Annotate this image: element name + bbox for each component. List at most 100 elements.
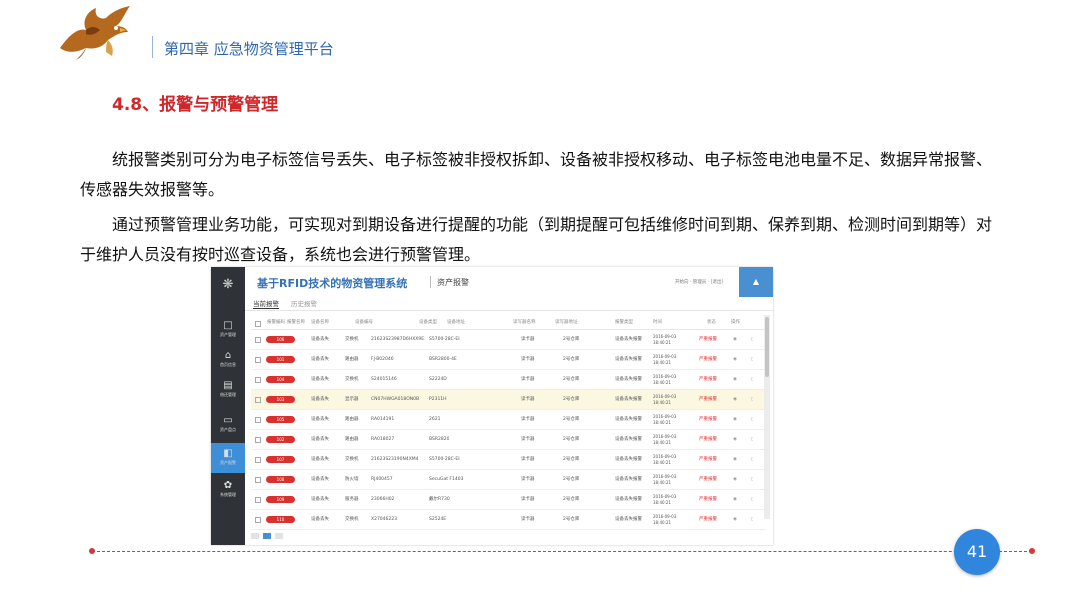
device-code-cell: RA014191 (371, 417, 395, 422)
column-header[interactable]: 报警编码 (267, 317, 285, 329)
bell-icon[interactable]: ▲ (739, 267, 773, 297)
table-row[interactable]: 101 设备丢失 路由器 FJ-B02046 BSR2800-4E 读卡器 2号仓库 设备丢失… (251, 350, 766, 370)
delete-icon[interactable]: ▯ (751, 470, 753, 489)
time-clock: 18:40:21 (653, 379, 671, 385)
delete-icon[interactable]: ▯ (751, 430, 753, 449)
delete-icon[interactable]: ▯ (751, 510, 753, 529)
sidebar-item-label: 资产管理 (220, 332, 236, 337)
row-checkbox[interactable] (255, 417, 261, 423)
view-icon[interactable]: ◉ (733, 390, 737, 409)
alarm-name-cell: 设备丢失 (311, 517, 329, 522)
reader-name-cell: 读卡器 (521, 417, 535, 422)
eagle-logo (60, 6, 130, 60)
row-checkbox[interactable] (255, 497, 261, 503)
tab-history-alarms[interactable]: 历史报警 (291, 298, 317, 308)
user-info[interactable]: 开始向 · 管理员 · [退出] (675, 279, 723, 285)
section-title: 4.8、报警与预警管理 (112, 95, 279, 115)
device-name-cell: 显示器 (345, 397, 359, 402)
paragraph-early-warning-text: 通过预警管理业务功能，可实现对到期设备进行提醒的功能（到期提醒可包括维修时间到期… (80, 215, 993, 264)
view-icon[interactable]: ◉ (733, 330, 737, 349)
row-checkbox[interactable] (255, 517, 261, 523)
row-checkbox[interactable] (255, 437, 261, 443)
column-header[interactable]: 操作 (731, 317, 740, 329)
delete-icon[interactable]: ▯ (751, 370, 753, 389)
table-row[interactable]: 106 设备丢失 交换机 21623S23987D6HXX9E S5700-28C-EI… (251, 330, 766, 350)
reader-name-cell: 读卡器 (521, 457, 535, 462)
reader-address-cell: 2号仓库 (563, 337, 580, 342)
delete-icon[interactable]: ▯ (751, 450, 753, 469)
column-header[interactable]: 报警名称 (287, 317, 305, 329)
status-cell: 严重报警 (699, 417, 717, 422)
delete-icon[interactable]: ▯ (751, 350, 753, 369)
alarm-name-cell: 设备丢失 (311, 357, 329, 362)
column-header[interactable]: 时间 (653, 317, 662, 329)
device-type-cell: S2524E (429, 517, 447, 522)
column-header[interactable]: 设备编号 (355, 317, 373, 329)
tab-current-alarms[interactable]: 当前报警 (253, 298, 279, 309)
column-header[interactable]: 报警类型 (615, 317, 633, 329)
alarm-code-badge: 104 (266, 376, 295, 383)
column-header[interactable]: 设备名称 (311, 317, 329, 329)
scrollbar-thumb[interactable] (765, 317, 769, 377)
time-clock: 18:40:21 (653, 499, 671, 505)
row-checkbox[interactable] (255, 377, 261, 383)
table-row[interactable]: 109 设备丢失 服务器 23066H02 戴尔R730 读卡器 2号仓库 设备丢失报警 201… (251, 490, 766, 510)
delete-icon[interactable]: ▯ (751, 390, 753, 409)
page-1[interactable] (263, 533, 271, 539)
delete-icon[interactable]: ▯ (751, 410, 753, 429)
view-icon[interactable]: ◉ (733, 430, 737, 449)
device-type-cell: BSR2800-4E (429, 357, 457, 362)
column-header[interactable]: 状态 (707, 317, 716, 329)
column-header[interactable]: 设备地址 (447, 317, 465, 329)
select-all-checkbox[interactable] (255, 321, 261, 327)
time-clock: 18:40:21 (653, 399, 671, 405)
time-date: 2016-09-03 (653, 354, 677, 359)
column-header[interactable]: 读写器地址 (555, 317, 578, 329)
table-row[interactable]: 104 设备丢失 交换机 S24015146 S2224D 读卡器 2号仓库 设备丢失报警 20… (251, 370, 766, 390)
sidebar-item[interactable]: □ 资产管理 (211, 315, 245, 345)
table-row[interactable]: 102 设备丢失 路由器 RA018027 BSR2820 读卡器 2号仓库 设备丢失报警 20… (251, 430, 766, 450)
page-prev[interactable] (251, 533, 259, 539)
view-icon[interactable]: ◉ (733, 470, 737, 489)
alarm-type-cell: 设备丢失报警 (615, 377, 642, 382)
column-header[interactable]: 设备类型 (419, 317, 437, 329)
time-cell: 2016-09-03 18:40:21 (653, 394, 676, 405)
device-name-cell: 交换机 (345, 377, 359, 382)
device-type-cell: S5700-28C-EI (429, 337, 460, 342)
delete-icon[interactable]: ▯ (751, 330, 753, 349)
view-icon[interactable]: ◉ (733, 350, 737, 369)
status-cell: 严重报警 (699, 457, 717, 462)
device-name-cell: 交换机 (345, 517, 359, 522)
table-row[interactable]: 110 设备丢失 交换机 X27046223 S2524E 读卡器 2号仓库 设备丢失报警 20… (251, 510, 766, 530)
delete-icon[interactable]: ▯ (751, 490, 753, 509)
view-icon[interactable]: ◉ (733, 490, 737, 509)
row-checkbox[interactable] (255, 337, 261, 343)
view-icon[interactable]: ◉ (733, 510, 737, 529)
time-cell: 2016-09-03 18:40:21 (653, 354, 676, 365)
view-icon[interactable]: ◉ (733, 370, 737, 389)
view-icon[interactable]: ◉ (733, 450, 737, 469)
table-row[interactable]: 105 设备丢失 路由器 RA014191 2621 读卡器 2号仓库 设备丢失报警 2016-… (251, 410, 766, 430)
alarm-code-badge: 108 (266, 476, 295, 483)
sidebar-item[interactable]: ⌂ 首页信息 (211, 345, 245, 375)
paragraph-early-warning: 通过预警管理业务功能，可实现对到期设备进行提醒的功能（到期提醒可包括维修时间到期… (80, 210, 1000, 270)
row-checkbox[interactable] (255, 397, 261, 403)
chapter-title: 第四章 应急物资管理平台 (164, 40, 334, 58)
alarm-type-cell: 设备丢失报警 (615, 517, 642, 522)
sidebar-item[interactable]: ◧ 资产报警 (211, 443, 245, 473)
table-row[interactable]: 107 设备丢失 交换机 21623S23190N4XM4 S5700-28C-EI 读卡… (251, 450, 766, 470)
device-code-cell: RJ400457 (371, 477, 393, 482)
row-checkbox[interactable] (255, 457, 261, 463)
table-row[interactable]: 103 设备丢失 显示器 CN07HWGA018ON0B P2311H 读卡器 2号仓库 设备… (251, 390, 766, 410)
page-next[interactable] (275, 533, 283, 539)
sidebar-item[interactable]: ▭ 资产盘点 (211, 410, 245, 440)
sidebar-item[interactable]: ✿ 系统管理 (211, 475, 245, 505)
view-icon[interactable]: ◉ (733, 410, 737, 429)
column-header[interactable]: 读写器名称 (513, 317, 536, 329)
table-row[interactable]: 108 设备丢失 防火墙 RJ400457 SecuGat F1403 读卡器 2号仓库 设备… (251, 470, 766, 490)
sidebar-item[interactable]: ▤ 借还管理 (211, 375, 245, 405)
pagination (251, 533, 291, 539)
row-checkbox[interactable] (255, 357, 261, 363)
alarm-code-badge: 105 (266, 416, 295, 423)
row-checkbox[interactable] (255, 477, 261, 483)
